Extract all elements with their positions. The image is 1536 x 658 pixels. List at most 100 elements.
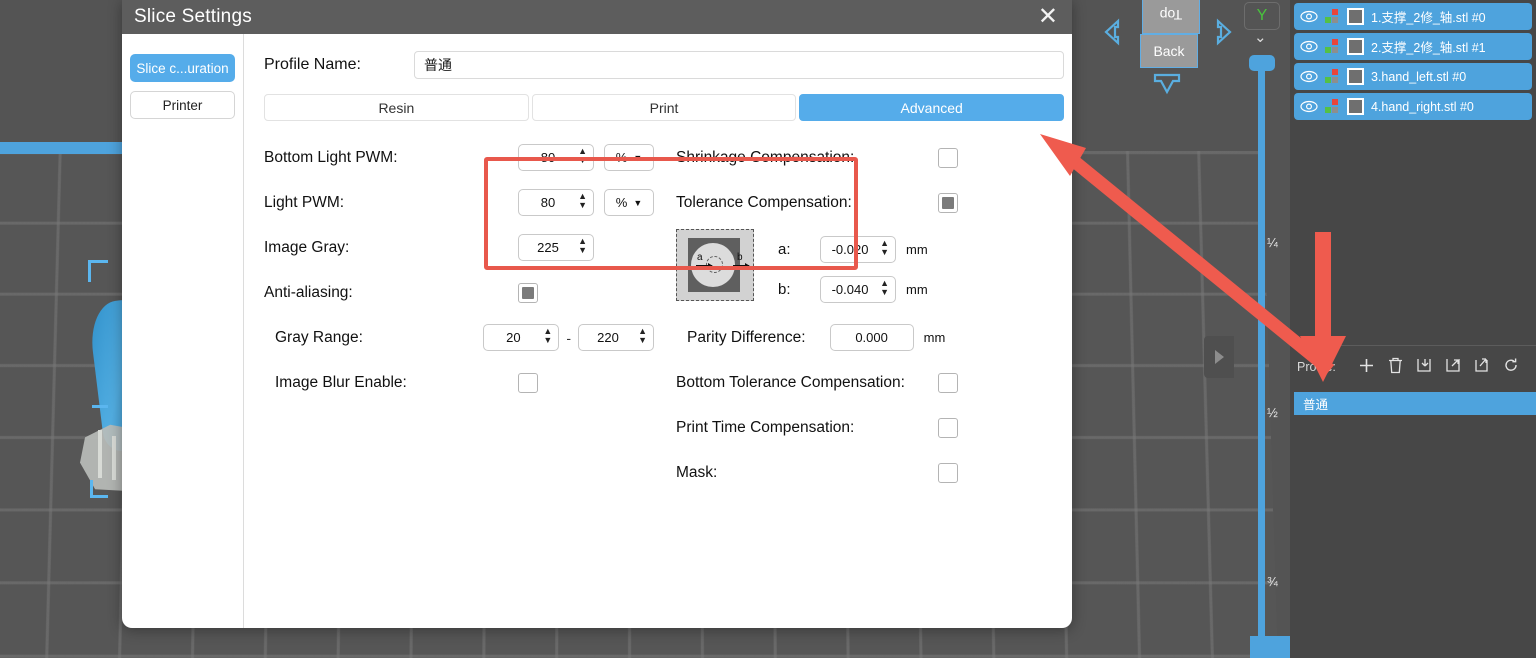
tolerance-b-stepper[interactable]: ▲ ▼ (820, 275, 896, 303)
support-strut (98, 430, 102, 478)
sidebar-item-slice-configuration[interactable]: Slice c...uration (130, 54, 235, 82)
image-gray-stepper[interactable]: ▲ ▼ (518, 234, 594, 261)
stepper-arrows[interactable]: ▲ ▼ (880, 238, 889, 256)
object-checkbox[interactable] (1347, 38, 1364, 55)
field-mask: Mask: (676, 450, 1054, 495)
stepper-up-icon[interactable]: ▲ (638, 327, 647, 336)
object-checkbox[interactable] (1347, 98, 1364, 115)
delete-profile-button[interactable] (1388, 357, 1403, 377)
mask-checkbox[interactable] (938, 462, 958, 483)
mask-label: Mask: (676, 463, 718, 481)
tab-resin[interactable]: Resin (264, 94, 529, 121)
slider-tick-quarter: ¼ (1267, 235, 1278, 250)
tolerance-b-unit: mm (906, 281, 928, 297)
refresh-profile-button[interactable] (1503, 357, 1519, 377)
arrow-down-icon[interactable] (1152, 72, 1182, 101)
view-cube-top-face[interactable]: Top (1142, 0, 1200, 34)
object-panel: 1.支撑_2修_轴.stl #0 2.支撑_2修_轴.stl #1 3.hand… (1290, 0, 1536, 658)
slider-tick-half: ½ (1267, 405, 1278, 420)
stepper-arrows[interactable]: ▲ ▼ (578, 147, 587, 165)
stepper-down-icon[interactable]: ▼ (880, 247, 889, 256)
support-strut (112, 436, 116, 480)
bottom-light-pwm-unit-select[interactable]: % ▼ (604, 144, 654, 171)
settings-column-right: Shrinkage Compensation: Tolerance Compen… (654, 135, 1054, 495)
stepper-down-icon[interactable]: ▼ (578, 201, 587, 210)
parity-difference-unit: mm (923, 330, 946, 345)
range-separator: - (566, 329, 571, 346)
stepper-up-icon[interactable]: ▲ (880, 278, 889, 287)
eye-icon[interactable] (1300, 70, 1318, 83)
object-checkbox[interactable] (1347, 8, 1364, 25)
image-blur-enable-checkbox[interactable] (518, 372, 538, 393)
axis-badge-y[interactable]: Y (1244, 2, 1280, 30)
print-time-compensation-label: Print Time Compensation: (676, 418, 855, 436)
profile-name-input[interactable] (414, 51, 1064, 79)
layer-slider[interactable]: Y ⌄ ¼ ½ ¾ (1240, 0, 1288, 658)
shrinkage-compensation-checkbox[interactable] (938, 147, 958, 168)
list-item[interactable]: 3.hand_left.stl #0 (1294, 63, 1532, 90)
eye-icon[interactable] (1300, 100, 1318, 113)
slider-thumb[interactable] (1249, 55, 1275, 71)
panel-divider (1290, 345, 1536, 346)
import-profile-button[interactable] (1416, 357, 1432, 377)
export-profile-button[interactable] (1445, 357, 1461, 377)
arrow-right-icon[interactable] (1208, 18, 1234, 51)
bottom-light-pwm-stepper[interactable]: ▲ ▼ (518, 144, 594, 171)
slider-tick-three-quarter: ¾ (1267, 574, 1278, 589)
field-print-time-compensation: Print Time Compensation: (676, 405, 1054, 450)
list-item[interactable]: 1.支撑_2修_轴.stl #0 (1294, 3, 1532, 30)
list-item[interactable]: 2.支撑_2修_轴.stl #1 (1294, 33, 1532, 60)
stepper-down-icon[interactable]: ▼ (880, 287, 889, 296)
panel-collapse-button[interactable] (1204, 336, 1234, 378)
gray-range-max-stepper[interactable]: ▲ ▼ (578, 324, 654, 351)
stepper-down-icon[interactable]: ▼ (638, 336, 647, 345)
add-profile-button[interactable] (1358, 357, 1375, 377)
stepper-up-icon[interactable]: ▲ (880, 238, 889, 247)
light-pwm-unit-select[interactable]: % ▼ (604, 189, 654, 216)
view-cube[interactable]: Top Back (1100, 0, 1240, 110)
chevron-down-icon[interactable]: ⌄ (1254, 28, 1267, 46)
profile-list-item[interactable]: 普通 (1294, 392, 1536, 415)
light-pwm-stepper[interactable]: ▲ ▼ (518, 189, 594, 216)
tolerance-compensation-checkbox[interactable] (938, 192, 958, 213)
stepper-up-icon[interactable]: ▲ (578, 192, 587, 201)
slider-track[interactable] (1258, 60, 1265, 658)
settings-column-left: Bottom Light PWM: ▲ ▼ % ▼ (264, 135, 654, 495)
gray-range-min-stepper[interactable]: ▲ ▼ (483, 324, 560, 351)
eye-icon[interactable] (1300, 40, 1318, 53)
field-anti-aliasing: Anti-aliasing: (264, 270, 654, 315)
stepper-arrows[interactable]: ▲ ▼ (638, 327, 647, 345)
stepper-down-icon[interactable]: ▼ (543, 336, 552, 345)
list-item[interactable]: 4.hand_right.stl #0 (1294, 93, 1532, 120)
stepper-up-icon[interactable]: ▲ (543, 327, 552, 336)
stepper-arrows[interactable]: ▲ ▼ (880, 278, 889, 296)
field-tolerance-b: b: ▲ ▼ mm (778, 269, 928, 309)
object-label: 3.hand_left.stl #0 (1371, 69, 1467, 84)
stepper-arrows[interactable]: ▲ ▼ (543, 327, 552, 345)
field-tolerance-a: a: ▲ ▼ mm (778, 229, 928, 269)
image-blur-enable-label: Image Blur Enable: (275, 373, 407, 391)
eye-icon[interactable] (1300, 10, 1318, 23)
bottom-tolerance-compensation-checkbox[interactable] (938, 372, 958, 393)
stepper-up-icon[interactable]: ▲ (578, 237, 587, 246)
stepper-down-icon[interactable]: ▼ (578, 156, 587, 165)
tolerance-fields: a: ▲ ▼ mm (778, 229, 928, 309)
dialog-content: Profile Name: Resin Print Advanced Botto… (244, 34, 1072, 628)
stepper-arrows[interactable]: ▲ ▼ (578, 237, 587, 255)
tolerance-a-stepper[interactable]: ▲ ▼ (820, 235, 896, 263)
sidebar-item-printer[interactable]: Printer (130, 91, 235, 119)
parity-difference-input[interactable]: 0.000 (829, 324, 914, 351)
close-icon[interactable]: ✕ (1038, 5, 1058, 29)
page-title: Slice Settings (134, 6, 252, 27)
tab-advanced[interactable]: Advanced (799, 94, 1065, 121)
print-time-compensation-checkbox[interactable] (938, 417, 958, 438)
object-checkbox[interactable] (1347, 68, 1364, 85)
view-cube-back-face[interactable]: Back (1140, 34, 1198, 68)
arrow-left-icon[interactable] (1102, 18, 1128, 51)
copy-profile-button[interactable] (1474, 357, 1490, 377)
stepper-arrows[interactable]: ▲ ▼ (578, 192, 587, 210)
anti-aliasing-checkbox[interactable] (518, 282, 538, 303)
tab-print[interactable]: Print (531, 94, 797, 121)
stepper-down-icon[interactable]: ▼ (578, 246, 587, 255)
stepper-up-icon[interactable]: ▲ (578, 147, 587, 156)
